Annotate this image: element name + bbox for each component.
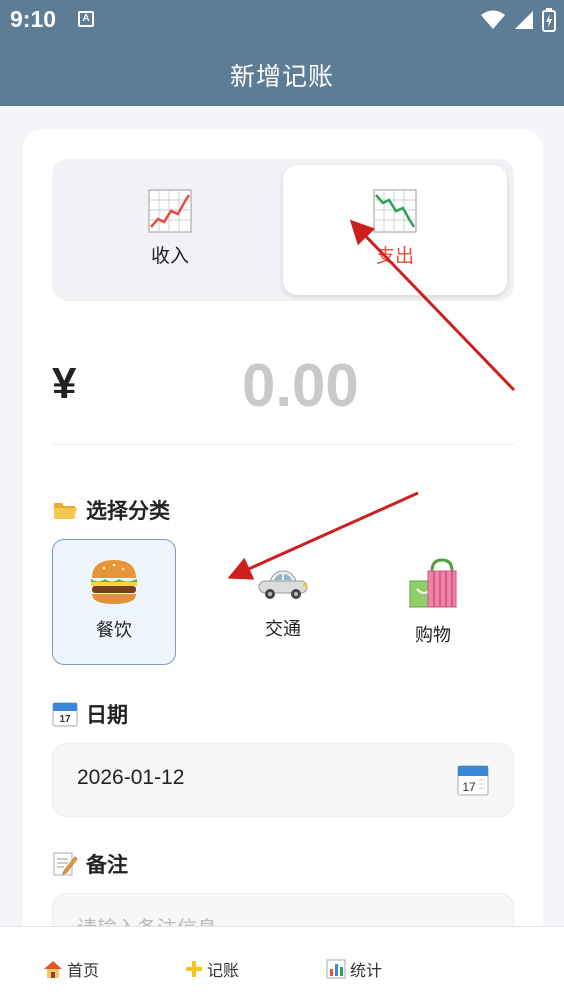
notification-icon: A (78, 11, 94, 27)
date-picker-field[interactable]: 2026-01-12 17 (52, 743, 514, 817)
category-item-transport[interactable]: 交通 (221, 539, 345, 665)
car-icon (258, 570, 308, 599)
category-label: 交通 (265, 619, 301, 640)
tab-statistics[interactable]: 统计 (326, 957, 382, 981)
entry-form-card: 收入 支出 ¥ 0.00 选择分类 餐饮 交通 购物 17 日期 2026-01… (23, 129, 543, 967)
svg-text:17: 17 (59, 714, 71, 725)
category-item-shopping[interactable]: 购物 (371, 539, 495, 665)
category-label: 购物 (415, 625, 451, 646)
category-label: 餐饮 (96, 620, 132, 641)
currency-symbol: ¥ (52, 359, 77, 408)
shopping-bag-icon (409, 558, 457, 608)
category-title-text: 选择分类 (86, 499, 170, 523)
bar-chart-icon (326, 959, 346, 979)
expense-toggle-button[interactable]: 支出 (283, 165, 507, 295)
tab-home[interactable]: 首页 (43, 957, 99, 981)
status-time: 9:10 (10, 6, 57, 32)
note-section-title: 备注 (52, 849, 128, 879)
note-title-text: 备注 (86, 853, 128, 877)
date-value: 2026-01-12 (77, 766, 185, 789)
calendar-icon[interactable]: 17 (457, 764, 489, 796)
system-icons (480, 8, 556, 32)
type-toggle: 收入 支出 (52, 159, 514, 301)
income-label: 收入 (150, 245, 189, 267)
chart-decreasing-icon (373, 189, 417, 233)
date-title-text: 日期 (86, 703, 128, 727)
status-bar: 9:10 A (0, 0, 564, 40)
svg-text:17: 17 (462, 780, 476, 794)
tab-label: 首页 (67, 961, 100, 980)
income-toggle-button[interactable]: 收入 (58, 165, 282, 295)
tab-label: 记账 (207, 961, 240, 980)
page-title: 新增记账 (229, 62, 334, 91)
memo-icon (53, 852, 78, 876)
date-section-title: 17 日期 (52, 699, 128, 729)
category-section-title: 选择分类 (52, 495, 170, 525)
house-icon (44, 961, 62, 978)
signal-icon (515, 11, 533, 29)
app-bar: 新增记账 (0, 40, 564, 106)
tab-label: 统计 (350, 961, 383, 980)
category-list: 餐饮 交通 购物 (52, 539, 514, 665)
chart-increasing-icon (148, 189, 192, 233)
amount-field[interactable]: ¥ 0.00 (52, 341, 514, 441)
bottom-tab-bar: 首页 记账 统计 (0, 926, 564, 1004)
hamburger-icon (91, 560, 137, 604)
plus-icon (186, 961, 202, 977)
folder-icon (54, 503, 77, 519)
expense-label: 支出 (375, 245, 414, 267)
amount-divider (52, 444, 514, 445)
wifi-icon (481, 10, 505, 29)
amount-value[interactable]: 0.00 (242, 351, 359, 420)
calendar-icon: 17 (52, 702, 78, 727)
category-item-dining[interactable]: 餐饮 (52, 539, 176, 665)
tab-record[interactable]: 记账 (185, 957, 239, 981)
battery-icon (542, 8, 556, 32)
